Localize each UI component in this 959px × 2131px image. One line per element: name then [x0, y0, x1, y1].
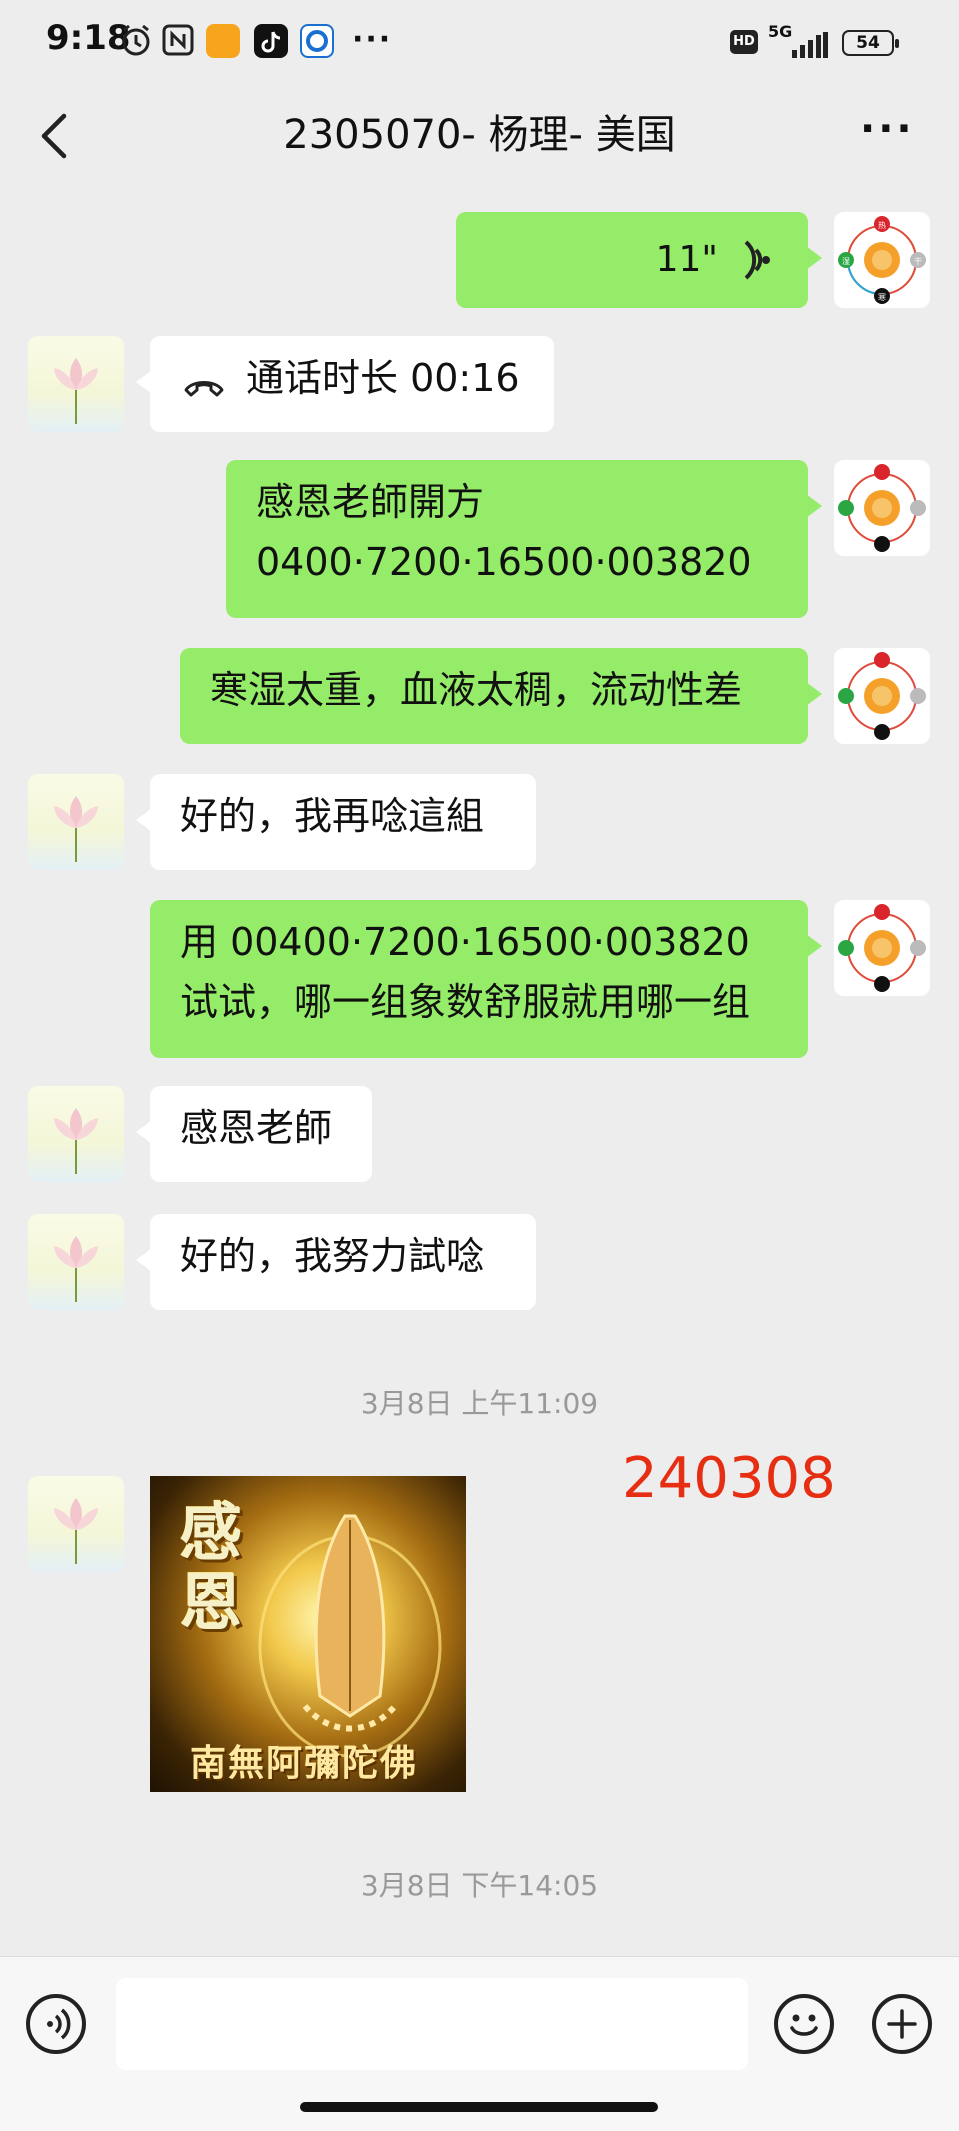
message-line: 好的，我努力試唸	[180, 1234, 485, 1278]
voice-duration: 11"	[655, 239, 718, 280]
plus-icon[interactable]	[872, 1994, 932, 2054]
voice-message-bubble[interactable]: 11"	[456, 212, 822, 308]
lotus-icon	[54, 1108, 98, 1174]
sticker-caption: 南無阿彌陀佛	[190, 1743, 419, 1784]
chat-title: 2305070- 杨理- 美国	[283, 112, 676, 158]
message-line: 试试，哪一组象数舒服就用哪一组	[180, 980, 751, 1024]
my-avatar[interactable]: 热 湿 寒 干	[834, 212, 930, 308]
message-bubble[interactable]: 感恩老師	[136, 1086, 372, 1182]
my-avatar[interactable]	[834, 648, 930, 744]
message-bubble[interactable]: 感恩老師開方 0400·7200·16500·003820	[226, 460, 822, 618]
contact-avatar[interactable]	[28, 1086, 124, 1182]
more-options-icon[interactable]: ···	[860, 106, 915, 152]
tcm-label-heat: 热	[878, 220, 886, 230]
tcm-diagram-icon: 热 湿 寒 干	[838, 216, 926, 304]
hd-badge: HD	[730, 30, 758, 54]
contact-avatar[interactable]	[28, 1476, 124, 1572]
message-bubble[interactable]: 寒湿太重，血液太稠，流动性差	[180, 648, 822, 744]
tcm-diagram-icon	[838, 652, 926, 740]
my-avatar[interactable]	[834, 460, 930, 556]
emoji-icon[interactable]	[774, 1994, 834, 2054]
lotus-icon	[54, 796, 98, 862]
more-notifications-icon: ···	[352, 22, 393, 57]
message-line: 好的，我再唸這組	[180, 794, 485, 838]
call-duration-text: 通话时长 00:16	[246, 356, 520, 400]
contact-avatar[interactable]	[28, 1214, 124, 1310]
tcm-diagram-icon	[838, 464, 926, 552]
voice-icon[interactable]	[26, 1994, 86, 2054]
message-line: 感恩老師	[180, 1106, 333, 1150]
voice-wave-icon	[744, 240, 770, 280]
lotus-icon	[54, 1236, 98, 1302]
lotus-icon	[54, 358, 98, 424]
home-indicator[interactable]	[300, 2102, 658, 2112]
app-notification-icon	[206, 24, 240, 58]
sticker-char-2: 恩	[180, 1566, 243, 1639]
alarm-icon	[122, 24, 150, 56]
message-line: 用 00400·7200·16500·003820	[180, 920, 750, 964]
phone-hangup-icon	[184, 381, 224, 397]
message-bubble[interactable]: 用 00400·7200·16500·003820 试试，哪一组象数舒服就用哪一…	[150, 900, 822, 1058]
bank-app-icon	[300, 24, 334, 58]
status-bar: 9:18 ··· HD 5G 54	[0, 0, 959, 86]
battery-indicator: 54	[842, 30, 899, 56]
message-line: 感恩老師開方	[256, 480, 485, 524]
tcm-label-dry: 干	[914, 257, 922, 266]
message-bubble[interactable]: 好的，我努力試唸	[136, 1214, 536, 1310]
contact-avatar[interactable]	[28, 774, 124, 870]
gratitude-sticker-image[interactable]: 感 恩 南無阿彌陀佛	[150, 1476, 466, 1792]
message-line: 0400·7200·16500·003820	[256, 540, 752, 584]
signal-icon	[792, 32, 828, 58]
tiktok-icon	[254, 24, 288, 58]
nfc-icon	[162, 24, 194, 56]
network-label: 5G	[768, 22, 793, 41]
lotus-icon	[54, 1498, 98, 1564]
call-record-bubble[interactable]: 通话时长 00:16	[136, 336, 554, 432]
tcm-diagram-icon	[838, 904, 926, 992]
message-bubble[interactable]: 好的，我再唸這組	[136, 774, 536, 870]
message-input[interactable]	[116, 1978, 748, 2070]
message-line: 寒湿太重，血液太稠，流动性差	[210, 668, 743, 712]
red-annotation-number: 240308	[622, 1446, 836, 1511]
tcm-label-damp: 湿	[842, 257, 850, 266]
contact-avatar[interactable]	[28, 336, 124, 432]
timestamp: 3月8日 上午11:09	[360, 1387, 599, 1420]
timestamp: 3月8日 下午14:05	[360, 1869, 599, 1902]
tcm-label-cold: 寒	[878, 292, 886, 302]
my-avatar[interactable]	[834, 900, 930, 996]
